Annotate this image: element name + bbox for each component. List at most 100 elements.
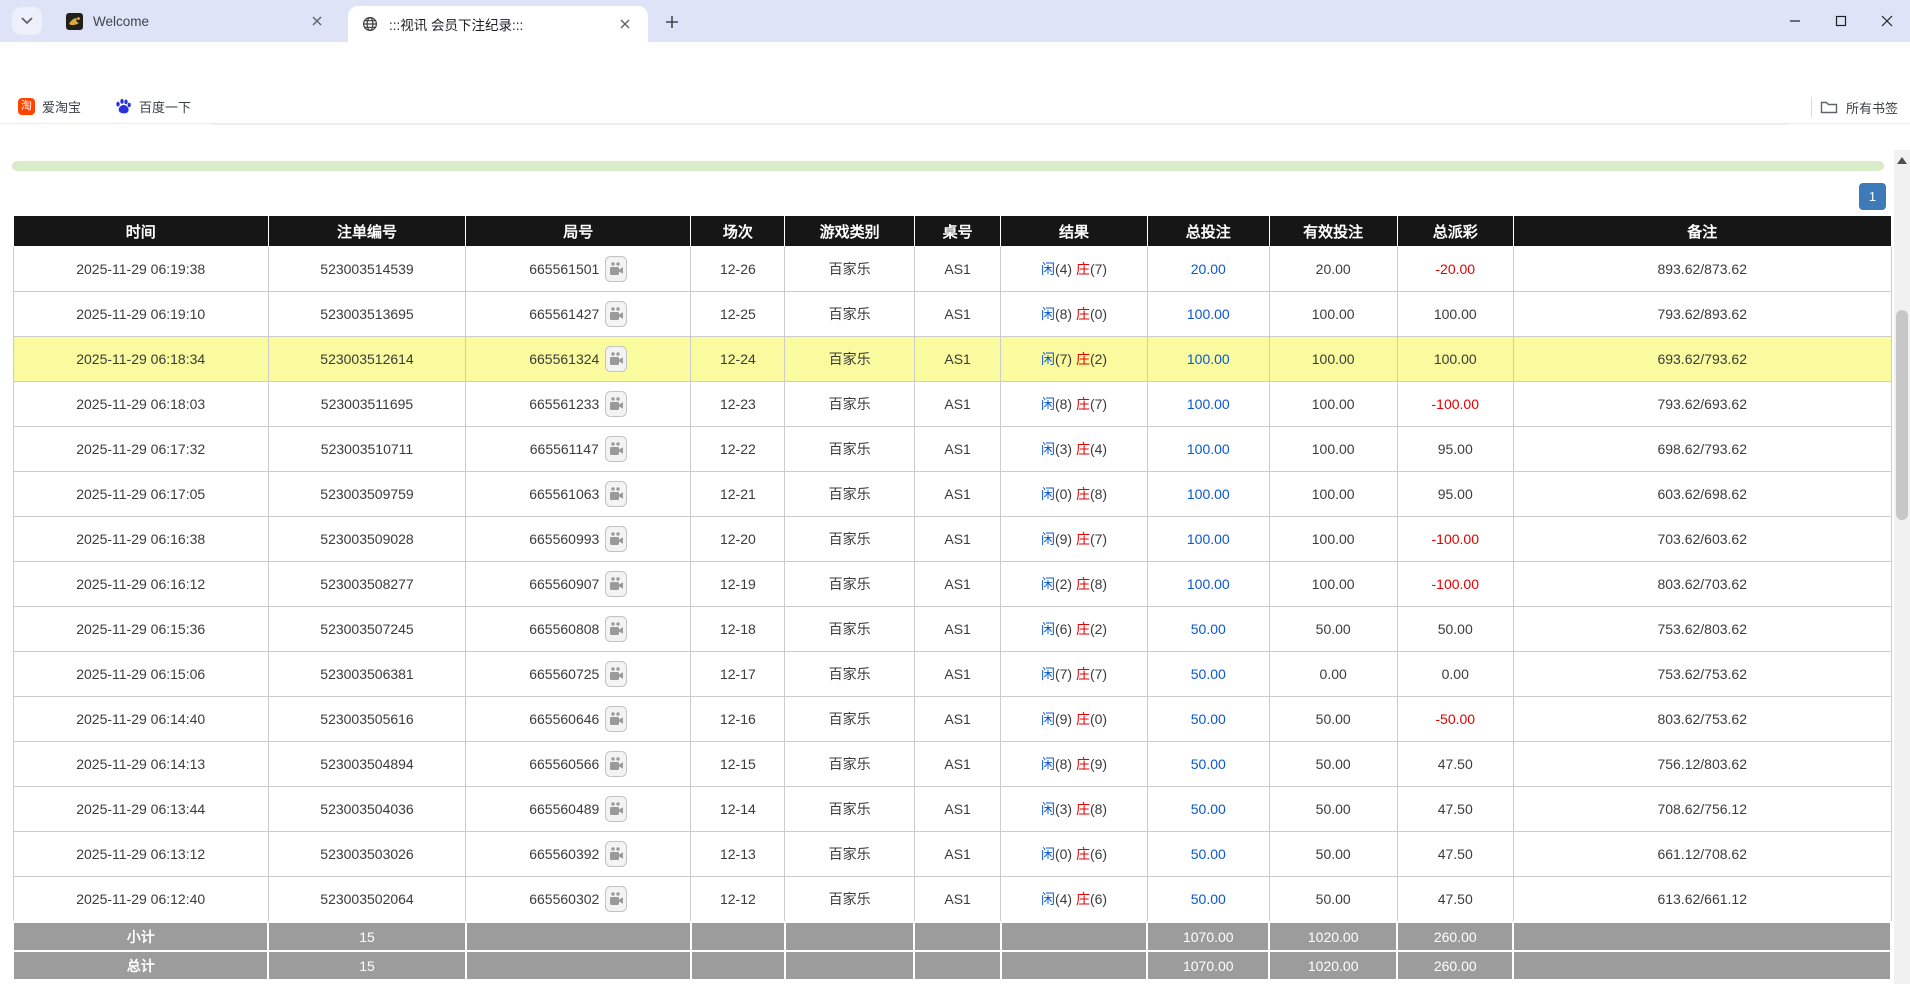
- video-replay-icon[interactable]: [605, 751, 627, 777]
- round-cell: 665560302: [466, 877, 691, 923]
- column-header: 局号: [466, 216, 691, 247]
- round-id: 665560808: [529, 621, 599, 637]
- result-cell: 闲(8) 庄(9): [1001, 742, 1147, 787]
- tab-betrecord[interactable]: :::视讯 会员下注纪录:::: [348, 6, 648, 42]
- valid-bet-cell: 100.00: [1269, 427, 1397, 472]
- summary-cell: [1001, 951, 1147, 980]
- video-replay-icon[interactable]: [605, 706, 627, 732]
- maximize-button[interactable]: [1818, 0, 1864, 42]
- total-bet-cell: 50.00: [1147, 652, 1269, 697]
- result-part: 闲: [1041, 351, 1055, 367]
- result-part: 庄: [1076, 531, 1090, 547]
- session-cell: 12-23: [691, 382, 785, 427]
- bet-id-cell: 523003505616: [268, 697, 465, 742]
- video-replay-icon[interactable]: [605, 661, 627, 687]
- payout-cell: -100.00: [1397, 382, 1513, 427]
- round-id: 665560489: [529, 801, 599, 817]
- time-cell: 2025-11-29 06:19:10: [13, 292, 268, 337]
- all-bookmarks-label[interactable]: 所有书签: [1846, 98, 1898, 117]
- result-cell: 闲(9) 庄(7): [1001, 517, 1147, 562]
- result-part: (8): [1055, 396, 1076, 412]
- video-replay-icon[interactable]: [605, 571, 627, 597]
- round-id: 665560907: [529, 576, 599, 592]
- valid-bet-cell: 50.00: [1269, 832, 1397, 877]
- table-row: 2025-11-29 06:12:40523003502064665560302…: [13, 877, 1891, 923]
- session-cell: 12-15: [691, 742, 785, 787]
- scrollbar-thumb[interactable]: [1896, 310, 1908, 520]
- payout-cell: 47.50: [1397, 832, 1513, 877]
- video-replay-icon[interactable]: [605, 301, 627, 327]
- green-progress-strip: [12, 161, 1884, 171]
- result-part: (2): [1055, 576, 1076, 592]
- round-id: 665561427: [529, 306, 599, 322]
- table-row: 2025-11-29 06:14:13523003504894665560566…: [13, 742, 1891, 787]
- column-header: 结果: [1001, 216, 1147, 247]
- browser-titlebar: Welcome :::视讯 会员下注纪录:::: [0, 0, 1910, 42]
- session-cell: 12-20: [691, 517, 785, 562]
- bookmark-baidu-label: 百度一下: [139, 97, 191, 116]
- column-header: 场次: [691, 216, 785, 247]
- video-replay-icon[interactable]: [605, 346, 627, 372]
- session-cell: 12-14: [691, 787, 785, 832]
- remark-cell: 793.62/893.62: [1513, 292, 1891, 337]
- video-replay-icon[interactable]: [605, 616, 627, 642]
- column-header: 桌号: [914, 216, 1000, 247]
- result-part: 闲: [1041, 756, 1055, 772]
- game-type-cell: 百家乐: [785, 517, 915, 562]
- scrollbar-up-arrow-icon[interactable]: [1894, 152, 1910, 168]
- video-replay-icon[interactable]: [605, 436, 627, 462]
- game-type-cell: 百家乐: [785, 292, 915, 337]
- result-part: (8): [1055, 756, 1076, 772]
- window-controls: [1772, 0, 1910, 42]
- close-window-button[interactable]: [1864, 0, 1910, 42]
- new-tab-button[interactable]: [660, 10, 684, 34]
- result-part: (0): [1055, 486, 1076, 502]
- result-part: 庄: [1076, 396, 1090, 412]
- result-part: 闲: [1041, 261, 1055, 277]
- tab-welcome[interactable]: Welcome: [52, 0, 340, 42]
- result-part: 庄: [1076, 666, 1090, 682]
- video-replay-icon[interactable]: [605, 796, 627, 822]
- round-id: 665561501: [529, 261, 599, 277]
- column-header: 有效投注: [1269, 216, 1397, 247]
- total-bet-cell: 20.00: [1147, 247, 1269, 292]
- tab-welcome-close-icon[interactable]: [308, 12, 326, 30]
- pagination-page-1-button[interactable]: 1: [1859, 183, 1886, 210]
- result-part: 庄: [1076, 801, 1090, 817]
- round-cell: 665560646: [466, 697, 691, 742]
- video-replay-icon[interactable]: [605, 256, 627, 282]
- result-part: (2): [1090, 621, 1107, 637]
- tab-betrecord-close-icon[interactable]: [616, 15, 634, 33]
- round-id: 665561063: [529, 486, 599, 502]
- bookmarks-bar: 淘 爱淘宝 百度一下 所有书签: [0, 90, 1910, 124]
- table-row: 2025-11-29 06:15:36523003507245665560808…: [13, 607, 1891, 652]
- tab-search-chevron-icon[interactable]: [12, 7, 42, 35]
- remark-cell: 698.62/793.62: [1513, 427, 1891, 472]
- time-cell: 2025-11-29 06:16:12: [13, 562, 268, 607]
- result-part: (0): [1055, 846, 1076, 862]
- total-bet-cell: 100.00: [1147, 517, 1269, 562]
- total-bet-cell: 50.00: [1147, 877, 1269, 923]
- summary-cell: 15: [268, 951, 465, 980]
- round-cell: 665560489: [466, 787, 691, 832]
- round-id: 665560392: [529, 846, 599, 862]
- page-scrollbar[interactable]: [1894, 150, 1910, 984]
- result-part: (4): [1090, 441, 1107, 457]
- table-number-cell: AS1: [914, 742, 1000, 787]
- time-cell: 2025-11-29 06:17:32: [13, 427, 268, 472]
- page-content: 1 时间注单编号局号场次游戏类别桌号结果总投注有效投注总派彩备注 2025-11…: [0, 125, 1910, 984]
- remark-cell: 793.62/693.62: [1513, 382, 1891, 427]
- bet-id-cell: 523003508277: [268, 562, 465, 607]
- bookmark-baidu[interactable]: 百度一下: [115, 97, 191, 116]
- result-part: (6): [1090, 891, 1107, 907]
- video-replay-icon[interactable]: [605, 391, 627, 417]
- bookmark-taobao[interactable]: 淘 爱淘宝: [18, 97, 81, 116]
- video-replay-icon[interactable]: [605, 481, 627, 507]
- video-replay-icon[interactable]: [605, 526, 627, 552]
- result-part: (9): [1090, 756, 1107, 772]
- table-row: 2025-11-29 06:19:38523003514539665561501…: [13, 247, 1891, 292]
- video-replay-icon[interactable]: [605, 841, 627, 867]
- minimize-button[interactable]: [1772, 0, 1818, 42]
- result-part: (7): [1055, 666, 1076, 682]
- video-replay-icon[interactable]: [605, 886, 627, 912]
